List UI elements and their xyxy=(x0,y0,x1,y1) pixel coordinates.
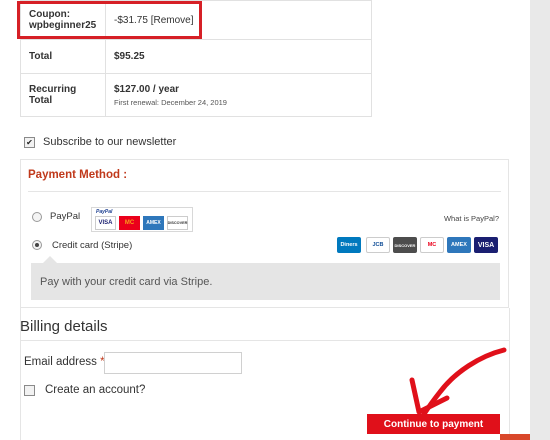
scroll-to-top-tab[interactable] xyxy=(500,434,530,440)
page-scrollbar[interactable] xyxy=(530,0,550,440)
annotation-arrow xyxy=(409,347,507,417)
continue-to-payment-button[interactable]: Continue to payment xyxy=(367,414,500,434)
